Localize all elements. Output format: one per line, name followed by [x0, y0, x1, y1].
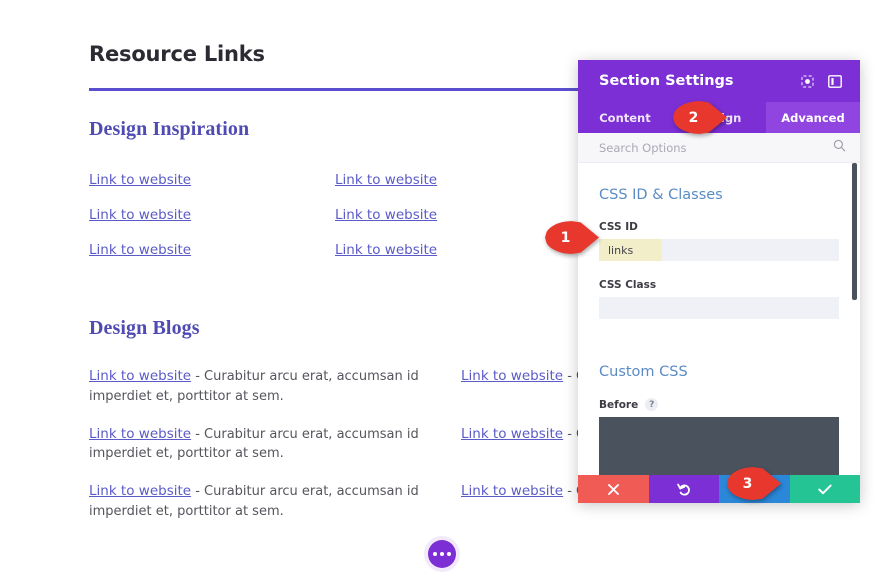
weblink[interactable]: Link to website [461, 426, 563, 442]
before-css-wrap [599, 417, 839, 475]
css-id-label: CSS ID [599, 221, 638, 233]
check-icon [818, 484, 832, 494]
weblink[interactable]: Link to website [89, 242, 191, 258]
weblink[interactable]: Link to website [335, 242, 437, 258]
panel-footer [578, 475, 860, 503]
weblink[interactable]: Link to website [461, 483, 563, 499]
weblink[interactable]: Link to website [89, 368, 191, 384]
search-icon[interactable] [833, 139, 846, 157]
list-item: Link to website [89, 171, 335, 206]
before-css-textarea[interactable] [599, 417, 839, 475]
ellipsis-icon[interactable] [428, 540, 456, 568]
weblink[interactable]: Link to website [89, 426, 191, 442]
weblink[interactable]: Link to website [89, 172, 191, 188]
step-marker-1: 1 [545, 221, 599, 254]
panel-header: Section Settings [578, 60, 860, 102]
step-marker-2: 2 [673, 101, 727, 134]
step-marker-3: 3 [727, 467, 781, 500]
tab-advanced[interactable]: Advanced [766, 102, 860, 133]
list-item: Link to website [89, 241, 335, 276]
search-input[interactable] [599, 140, 833, 155]
panel-title: Section Settings [599, 73, 734, 89]
list-item: Link to website - Curabitur arcu erat, a… [89, 425, 419, 483]
cancel-button[interactable] [578, 475, 649, 503]
before-label: Before ? [599, 398, 839, 411]
step-number: 1 [560, 229, 571, 246]
dot [440, 552, 444, 556]
list-item: Link to website - Curabitur arcu erat, a… [89, 367, 419, 425]
tab-content[interactable]: Content [578, 102, 672, 133]
css-class-field[interactable] [599, 297, 839, 319]
list-item: Link to website [89, 206, 335, 241]
undo-button[interactable] [648, 475, 719, 503]
panel-scrollbar[interactable] [852, 163, 857, 475]
weblink[interactable]: Link to website [461, 368, 563, 384]
weblink[interactable]: Link to website [335, 172, 437, 188]
step-number: 2 [688, 109, 699, 126]
scrollbar-thumb[interactable] [852, 163, 857, 300]
weblink[interactable]: Link to website [89, 483, 191, 499]
dot [433, 552, 437, 556]
dot [447, 552, 451, 556]
save-button[interactable] [789, 475, 860, 503]
expand-icon[interactable] [796, 70, 818, 92]
close-icon [607, 483, 619, 495]
help-icon[interactable]: ? [645, 398, 659, 411]
group-title-custom-css: Custom CSS [599, 364, 688, 380]
list-item: Link to website - Curabitur arcu erat, a… [89, 482, 419, 540]
css-id-field[interactable] [599, 239, 839, 261]
group-title-css-id-classes: CSS ID & Classes [599, 187, 723, 203]
search-options-row [578, 133, 860, 163]
before-label-text: Before [599, 398, 639, 411]
panel-body: CSS ID & Classes CSS ID CSS Class Custom… [578, 163, 860, 475]
undo-icon [676, 483, 690, 495]
step-number: 3 [742, 475, 753, 492]
css-class-label: CSS Class [599, 279, 657, 291]
weblink[interactable]: Link to website [335, 207, 437, 223]
layout-panel-icon[interactable] [824, 70, 846, 92]
weblink[interactable]: Link to website [89, 207, 191, 223]
